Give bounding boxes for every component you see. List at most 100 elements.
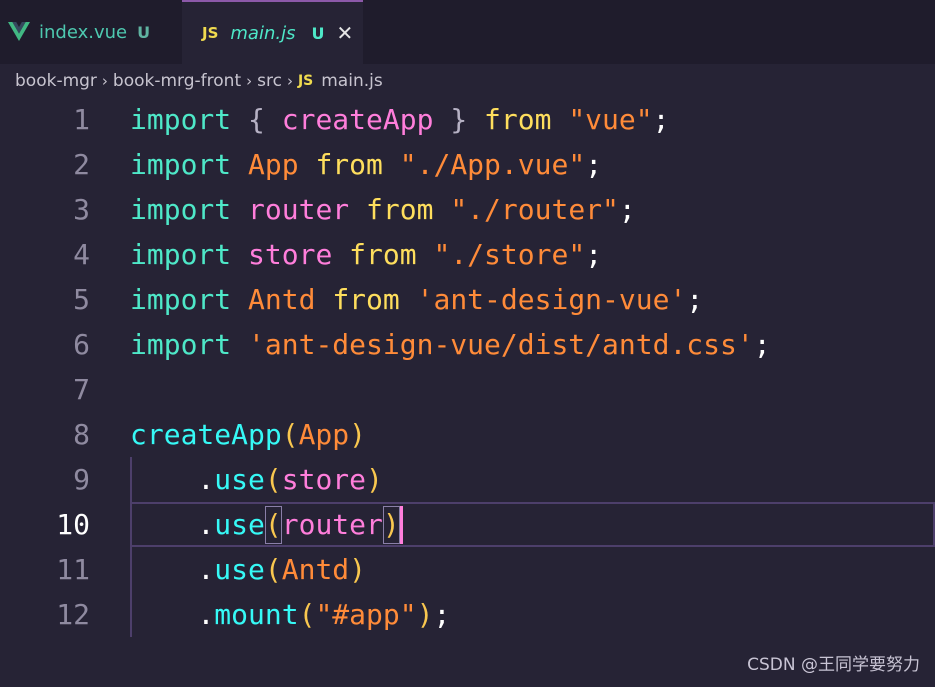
code-line[interactable]: 1 import { createApp } from "vue"; — [0, 97, 935, 142]
code-token: ) — [349, 553, 367, 586]
code-token: Antd — [281, 553, 350, 586]
editor-tab-bar: index.vue U JS main.js U ✕ — [0, 0, 935, 64]
chevron-right-icon: › — [246, 72, 253, 90]
code-token: ( — [298, 598, 316, 631]
code-line[interactable]: 3 import router from "./router"; — [0, 187, 935, 232]
code-line[interactable]: 7 — [0, 367, 935, 412]
line-number: 8 — [73, 418, 90, 451]
code-token: import — [130, 148, 232, 181]
js-file-icon: JS — [202, 24, 219, 42]
code-line[interactable]: 2 import App from "./App.vue"; — [0, 142, 935, 187]
breadcrumb-item[interactable]: src — [257, 71, 282, 91]
code-token: "./App.vue" — [399, 148, 586, 181]
breadcrumb-item[interactable]: book-mgr — [15, 71, 97, 91]
code-token: use — [214, 508, 265, 541]
line-number: 5 — [73, 283, 90, 316]
code-token: from — [366, 193, 434, 226]
chevron-right-icon: › — [286, 72, 293, 90]
code-line[interactable]: 5 import Antd from 'ant-design-vue'; — [0, 277, 935, 322]
code-token: from — [315, 148, 383, 181]
code-text: import 'ant-design-vue/dist/antd.css'; — [130, 322, 771, 367]
code-token: ; — [686, 283, 704, 316]
code-line[interactable]: 8 createApp(App) — [0, 412, 935, 457]
code-token: "vue" — [568, 103, 653, 136]
watermark: CSDN @王同学要努力 — [747, 655, 920, 675]
code-token: ) — [349, 418, 367, 451]
code-token: ; — [753, 328, 771, 361]
code-token: App — [248, 148, 299, 181]
code-editor[interactable]: 1 import { createApp } from "vue"; 2 import… — [0, 97, 935, 657]
code-text: createApp(App) — [130, 412, 366, 457]
untracked-badge: U — [137, 22, 151, 42]
code-token: router — [281, 508, 383, 541]
code-token: store — [281, 463, 367, 496]
line-number: 9 — [73, 463, 90, 496]
code-token: . — [197, 508, 215, 541]
line-number: 4 — [73, 238, 90, 271]
code-token: App — [298, 418, 350, 451]
code-line[interactable]: 4 import store from "./store"; — [0, 232, 935, 277]
bracket-match-highlight — [264, 506, 282, 544]
code-token: ( — [264, 463, 282, 496]
code-text: import router from "./router"; — [130, 187, 636, 232]
code-line[interactable]: 11 .use(Antd) — [0, 547, 935, 592]
code-token: . — [197, 463, 215, 496]
code-line[interactable]: 6 import 'ant-design-vue/dist/antd.css'; — [0, 322, 935, 367]
breadcrumb-item[interactable]: main.js — [321, 71, 382, 91]
code-token: ; — [618, 193, 636, 226]
code-token: } — [450, 103, 468, 136]
code-token: router — [248, 193, 350, 226]
code-token: ; — [585, 148, 603, 181]
vue-logo-icon — [8, 22, 30, 42]
code-token: from — [349, 238, 417, 271]
code-token: import — [130, 328, 232, 361]
code-token: ) — [366, 463, 383, 496]
code-token: from — [332, 283, 400, 316]
code-token: . — [197, 553, 215, 586]
code-token: use — [214, 553, 265, 586]
code-line[interactable]: 9 .use(store) — [0, 457, 935, 502]
line-number: 6 — [73, 328, 90, 361]
code-text: .use(store) — [130, 457, 383, 502]
code-text: import App from "./App.vue"; — [130, 142, 602, 187]
code-line[interactable]: 12 .mount("#app"); — [0, 592, 935, 637]
breadcrumb-item[interactable]: book-mrg-front — [113, 71, 241, 91]
code-line[interactable]: 10 .use(router) — [0, 502, 935, 547]
tab-label: index.vue — [39, 21, 128, 43]
code-token: store — [248, 238, 333, 271]
code-token: from — [484, 103, 552, 136]
js-file-icon: JS — [297, 73, 314, 89]
code-token: "#app" — [315, 598, 417, 631]
code-token: mount — [214, 598, 299, 631]
line-number: 1 — [73, 103, 90, 136]
code-token: "./router" — [450, 193, 619, 226]
text-cursor — [399, 506, 403, 544]
close-icon[interactable]: ✕ — [336, 21, 353, 45]
chevron-right-icon: › — [101, 72, 108, 90]
line-number: 2 — [73, 148, 90, 181]
tab-main-js[interactable]: JS main.js U ✕ — [182, 0, 363, 64]
code-token: createApp — [281, 103, 434, 136]
line-number: 12 — [56, 598, 90, 631]
tab-index-vue[interactable]: index.vue U — [0, 0, 182, 64]
code-token: createApp — [130, 418, 282, 451]
code-token: import — [130, 283, 232, 316]
code-text: .use(Antd) — [130, 547, 366, 592]
